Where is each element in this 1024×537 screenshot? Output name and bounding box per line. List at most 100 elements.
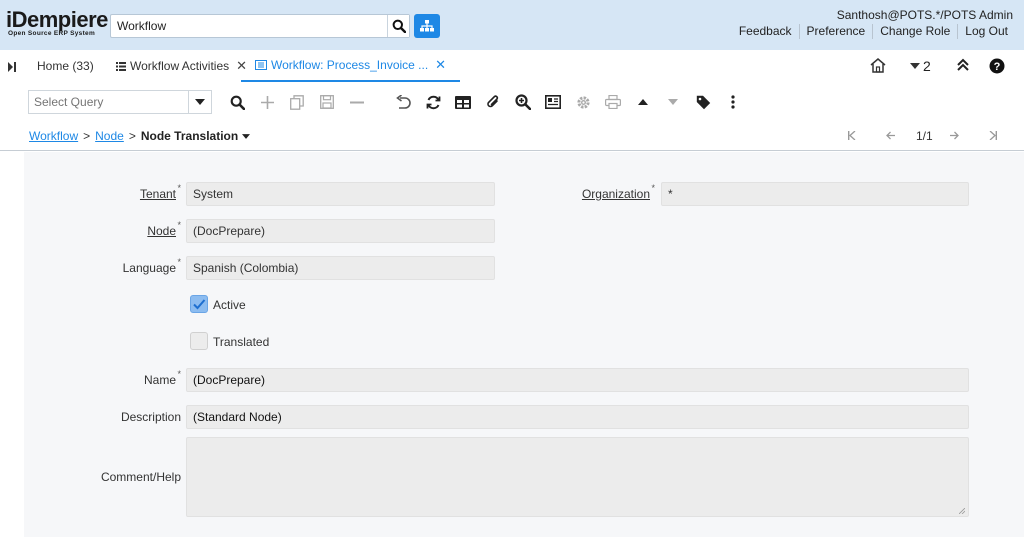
query-input[interactable] — [29, 91, 189, 113]
breadcrumb-bar: Workflow > Node > Node Translation 1/1 — [0, 120, 1024, 151]
save-icon — [320, 95, 334, 109]
record-position: 1/1 — [916, 129, 933, 143]
tag-icon — [696, 95, 710, 109]
svg-text:?: ? — [994, 61, 1001, 73]
home-icon — [870, 58, 886, 73]
tag-button[interactable] — [693, 92, 713, 112]
change-role-link[interactable]: Change Role — [872, 24, 957, 39]
breadcrumb-separator: > — [128, 129, 136, 143]
breadcrumb-node-link[interactable]: Node — [95, 129, 124, 143]
required-marker: * — [177, 257, 181, 267]
query-dropdown-button[interactable] — [188, 91, 211, 113]
caret-down-icon — [195, 99, 205, 105]
last-record-button[interactable] — [989, 129, 997, 143]
name-field[interactable]: (DocPrepare) — [186, 368, 969, 392]
user-menu: Feedback Preference Change Role Log Out — [732, 24, 1015, 39]
breadcrumb-workflow-link[interactable]: Workflow — [29, 129, 78, 143]
window-icon — [255, 60, 267, 70]
copy-record-button[interactable] — [287, 92, 307, 112]
tenant-field[interactable]: System — [186, 182, 495, 206]
translated-label[interactable]: Translated — [213, 335, 269, 349]
tenant-label: Tenant * — [139, 183, 181, 201]
report-button[interactable] — [543, 92, 563, 112]
search-button[interactable] — [387, 15, 409, 37]
undo-button[interactable] — [393, 92, 413, 112]
attachment-button[interactable] — [483, 92, 503, 112]
tab-workflow-process-invoice[interactable]: Workflow: Process_Invoice ... ✕ — [241, 50, 461, 82]
home-button[interactable] — [870, 58, 886, 73]
search-icon — [392, 19, 406, 33]
language-field[interactable]: Spanish (Colombia) — [186, 256, 495, 280]
next-record-button[interactable] — [950, 129, 959, 143]
toggle-grid-button[interactable] — [453, 92, 473, 112]
organization-label: Organization * — [581, 183, 655, 201]
sitemap-icon — [420, 20, 434, 32]
active-label[interactable]: Active — [213, 298, 246, 312]
logo-text: iDempiere — [6, 7, 108, 32]
translated-checkbox[interactable] — [190, 332, 208, 350]
preference-link[interactable]: Preference — [798, 24, 873, 39]
more-vertical-icon — [731, 95, 735, 109]
breadcrumb-separator: > — [83, 129, 91, 143]
parent-record-button[interactable] — [633, 92, 653, 112]
first-record-button[interactable] — [848, 129, 856, 143]
new-record-button[interactable] — [257, 92, 277, 112]
organization-label-text: Organization — [581, 187, 650, 201]
logout-link[interactable]: Log Out — [957, 24, 1015, 39]
process-button[interactable] — [573, 92, 593, 112]
previous-record-button[interactable] — [886, 129, 895, 143]
tab-workflow-activities[interactable]: Workflow Activities ✕ — [116, 50, 247, 82]
organization-field[interactable]: * — [661, 182, 969, 206]
language-label: Language * — [122, 257, 181, 275]
description-label: Description — [120, 410, 181, 424]
arrow-left-icon — [886, 131, 895, 140]
printer-icon — [605, 95, 621, 109]
window-count: 2 — [923, 58, 931, 74]
detail-record-button[interactable] — [663, 92, 683, 112]
refresh-button[interactable] — [423, 92, 443, 112]
tab-workflow-activities-label: Workflow Activities — [130, 59, 230, 73]
comment-help-field[interactable] — [186, 437, 969, 517]
help-button[interactable]: ? — [989, 58, 1005, 74]
grid-view-icon — [455, 95, 471, 109]
language-label-text: Language — [122, 261, 176, 275]
plus-icon — [260, 95, 274, 109]
checkmark-icon — [193, 299, 206, 310]
description-field[interactable]: (Standard Node) — [186, 405, 969, 429]
tab-workflow-process-invoice-label: Workflow: Process_Invoice ... — [271, 58, 429, 72]
menu-tree-button[interactable] — [414, 14, 440, 38]
window-count-dropdown[interactable]: 2 — [910, 58, 931, 74]
breadcrumb-current[interactable]: Node Translation — [141, 129, 238, 143]
zoom-across-button[interactable] — [513, 92, 533, 112]
resize-handle-icon[interactable] — [959, 508, 965, 514]
sidebar-toggle[interactable] — [8, 61, 16, 75]
tenant-label-text: Tenant — [139, 187, 176, 201]
active-checkbox[interactable] — [190, 295, 208, 313]
node-field[interactable]: (DocPrepare) — [186, 219, 495, 243]
print-button[interactable] — [603, 92, 623, 112]
caret-down-icon — [910, 63, 920, 69]
global-search — [110, 14, 410, 38]
window-toolbar — [0, 82, 1024, 120]
search-icon — [230, 95, 245, 110]
caret-down-icon — [668, 99, 678, 105]
feedback-link[interactable]: Feedback — [732, 24, 799, 39]
help-icon: ? — [989, 58, 1005, 74]
global-search-input[interactable] — [111, 15, 387, 37]
caret-down-icon[interactable] — [242, 133, 251, 139]
name-label-text: Name — [143, 373, 176, 387]
last-record-icon — [989, 130, 997, 141]
tab-home[interactable]: Home (33) — [37, 50, 94, 82]
node-label-text: Node — [147, 224, 176, 238]
delete-button[interactable] — [347, 92, 367, 112]
save-button[interactable] — [317, 92, 337, 112]
copy-icon — [290, 94, 304, 110]
window-tabbar: Home (33) Workflow Activities ✕ Workflow… — [0, 50, 1024, 82]
find-button[interactable] — [227, 92, 247, 112]
user-role-label[interactable]: Santhosh@POTS.*/POTS Admin — [837, 8, 1013, 22]
close-tab-icon[interactable]: ✕ — [435, 57, 446, 73]
idempiere-logo[interactable]: iDempiere Open Source ERP System — [6, 8, 108, 40]
collapse-header-button[interactable] — [956, 58, 970, 72]
more-options-button[interactable] — [723, 92, 743, 112]
list-icon — [116, 61, 126, 71]
